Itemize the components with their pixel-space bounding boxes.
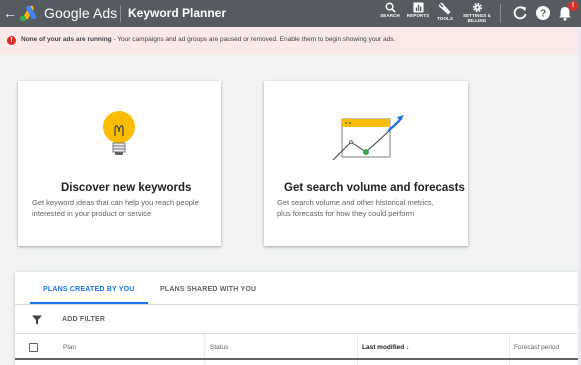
google-ads-logo-icon[interactable] [19, 5, 39, 22]
tab-plans-shared-with-you[interactable]: PLANS SHARED WITH YOU [160, 286, 256, 293]
search-volume-forecasts-card[interactable]: Get search volume and forecasts Get sear… [264, 81, 468, 246]
alert-message-rest: - Your campaigns and ad groups are pause… [111, 36, 396, 43]
search-button[interactable]: SEARCH [377, 0, 403, 27]
column-header-forecast-period[interactable]: Forecast period [514, 344, 559, 351]
billing-label: BILLING [467, 18, 487, 23]
tab-plans-created-by-you[interactable]: PLANS CREATED BY YOU [43, 286, 135, 293]
column-separator [509, 334, 510, 365]
tools-button[interactable]: TOOLS [433, 0, 457, 27]
alert-banner: ! None of your ads are running - Your ca… [0, 27, 581, 55]
back-arrow-icon[interactable]: ← [3, 4, 17, 22]
sort-descending-icon: ↓ [406, 344, 410, 351]
settings-billing-button[interactable]: SETTINGS & BILLING [461, 0, 493, 27]
alert-message-bold: None of your ads are running [21, 36, 112, 43]
column-header-status[interactable]: Status [210, 344, 228, 351]
discover-keywords-card[interactable]: Discover new keywords Get keyword ideas … [18, 81, 221, 246]
search-volume-forecasts-description: Get search volume and other historical m… [277, 197, 434, 219]
error-icon: ! [7, 36, 16, 45]
plans-panel: PLANS CREATED BY YOU PLANS SHARED WITH Y… [15, 272, 581, 365]
reports-icon [412, 2, 424, 13]
reports-label: REPORTS [406, 13, 430, 18]
discover-desc-line-2: interested in your product or service [32, 209, 152, 218]
select-all-checkbox[interactable] [29, 343, 38, 352]
add-filter-button[interactable]: ADD FILTER [62, 316, 105, 323]
top-app-bar: ← Google Ads Keyword Planner SEARCH REPO… [0, 0, 581, 27]
lightbulb-icon [103, 111, 135, 155]
forecast-desc-line-1: Get search volume and other historical m… [277, 198, 434, 207]
alert-message: None of your ads are running - Your camp… [21, 36, 395, 43]
notification-badge[interactable]: ! [568, 1, 578, 11]
discover-keywords-title: Discover new keywords [61, 182, 192, 194]
column-header-plan[interactable]: Plan [63, 344, 76, 351]
gear-icon [472, 2, 482, 13]
tabs-divider [15, 304, 581, 305]
discover-desc-line-1: Get keyword ideas that can help you reac… [32, 198, 199, 207]
search-label: SEARCH [380, 13, 400, 18]
trending-chart-icon [332, 115, 404, 161]
column-separator [357, 334, 358, 365]
page-title: Keyword Planner [128, 6, 227, 20]
table-header-divider [15, 358, 581, 360]
column-separator [204, 334, 205, 365]
filter-divider [15, 333, 581, 334]
search-icon [385, 2, 396, 13]
reports-button[interactable]: REPORTS [405, 0, 431, 27]
tools-label: TOOLS [437, 16, 453, 21]
wrench-icon [438, 2, 451, 15]
help-icon[interactable]: ? [534, 4, 552, 22]
toolbar-separator [500, 4, 501, 23]
refresh-icon[interactable] [511, 4, 529, 22]
last-modified-label: Last modified [362, 344, 405, 351]
discover-keywords-description: Get keyword ideas that can help you reac… [32, 197, 199, 219]
svg-text:?: ? [540, 9, 546, 20]
column-header-last-modified[interactable]: Last modified ↓ [362, 344, 409, 351]
filter-icon[interactable] [32, 315, 42, 325]
title-divider [120, 5, 121, 22]
search-volume-forecasts-title: Get search volume and forecasts [284, 182, 465, 194]
forecast-desc-line-2: plus forecasts for how they could perfor… [277, 209, 415, 218]
brand-name[interactable]: Google Ads [44, 5, 117, 21]
